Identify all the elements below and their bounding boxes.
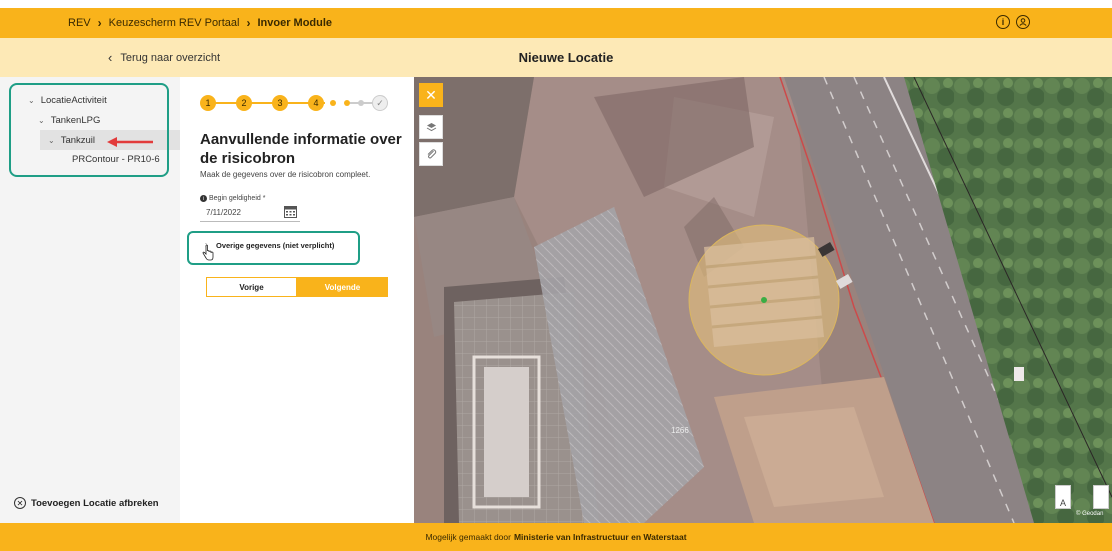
tree-highlight-annotation bbox=[9, 83, 169, 177]
next-button[interactable]: Volgende bbox=[297, 277, 388, 297]
chevron-right-icon: › bbox=[246, 16, 251, 30]
step-3[interactable]: 3 bbox=[272, 95, 288, 111]
footer-prefix: Mogelijk gemaakt door bbox=[425, 532, 511, 542]
form-title: Aanvullende informatie over de risicobro… bbox=[200, 131, 402, 167]
step-dot bbox=[344, 100, 350, 106]
step-dot bbox=[358, 100, 364, 106]
header-icons: i bbox=[996, 15, 1030, 29]
step-dot bbox=[330, 100, 336, 106]
date-label-text: Begin geldigheid * bbox=[209, 195, 266, 202]
layer-a-button[interactable]: A bbox=[1055, 485, 1071, 509]
calendar-icon[interactable] bbox=[284, 205, 297, 218]
page-title: Nieuwe Locatie bbox=[518, 50, 614, 65]
optional-data-toggle[interactable]: Overige gegevens (niet verplicht) bbox=[216, 241, 334, 250]
user-icon[interactable] bbox=[1016, 15, 1030, 29]
footer: Mogelijk gemaakt door Ministerie van Inf… bbox=[0, 523, 1112, 551]
date-value: 7/11/2022 bbox=[206, 208, 241, 217]
breadcrumb-invoer-module: Invoer Module bbox=[257, 17, 333, 29]
chevron-left-icon: ‹ bbox=[108, 50, 113, 65]
top-strip bbox=[0, 0, 1112, 8]
step-complete-check-icon: ✓ bbox=[372, 95, 388, 111]
form-subtitle: Maak de gegevens over de risicobron comp… bbox=[200, 170, 371, 179]
close-map-tool-button[interactable]: ✕ bbox=[419, 83, 443, 107]
aerial-map-image bbox=[414, 77, 1112, 523]
info-icon[interactable]: i bbox=[996, 15, 1010, 29]
map-view[interactable]: 1266 ✕ A © Geodan bbox=[414, 77, 1112, 523]
location-tree-panel: ⌄ LocatieActiviteit ⌄ TankenLPG ⌄ Tankzu… bbox=[0, 77, 180, 523]
chevron-right-icon: › bbox=[97, 16, 102, 30]
zoom-button[interactable] bbox=[1093, 485, 1109, 509]
step-4[interactable]: 4 bbox=[308, 95, 324, 111]
wizard-stepper: 1 2 3 4 ✓ bbox=[200, 95, 390, 111]
paperclip-icon bbox=[427, 148, 436, 158]
layers-icon bbox=[426, 122, 436, 131]
sub-header: ‹ Terug naar overzicht Nieuwe Locatie bbox=[0, 38, 1112, 77]
back-to-overview-link[interactable]: ‹ Terug naar overzicht bbox=[108, 38, 220, 77]
breadcrumb-rev[interactable]: REV bbox=[68, 17, 91, 29]
layers-button[interactable] bbox=[419, 115, 443, 139]
back-link-label: Terug naar overzicht bbox=[120, 51, 221, 64]
layer-a-label: A bbox=[1059, 498, 1066, 508]
info-icon[interactable]: i bbox=[200, 195, 207, 202]
begin-geldigheid-label: i Begin geldigheid * bbox=[200, 195, 265, 202]
annotation-arrow-icon bbox=[107, 137, 153, 147]
close-circle-icon: ✕ bbox=[14, 497, 26, 509]
step-2[interactable]: 2 bbox=[236, 95, 252, 111]
app-header: REV › Keuzescherm REV Portaal › Invoer M… bbox=[0, 8, 1112, 38]
footer-org: Ministerie van Infrastructuur en Waterst… bbox=[513, 532, 687, 542]
map-attribution: © Geodan bbox=[1076, 511, 1104, 517]
previous-button[interactable]: Vorige bbox=[206, 277, 297, 297]
hand-cursor-icon bbox=[202, 245, 214, 261]
step-1[interactable]: 1 bbox=[200, 95, 216, 111]
close-icon: ✕ bbox=[425, 86, 437, 103]
form-panel: 1 2 3 4 ✓ Aanvullende informatie over de… bbox=[180, 77, 414, 523]
cancel-add-location-button[interactable]: ✕ Toevoegen Locatie afbreken bbox=[14, 497, 159, 509]
map-label: 1266 bbox=[671, 426, 689, 435]
cancel-label: Toevoegen Locatie afbreken bbox=[31, 497, 159, 509]
attach-button[interactable] bbox=[419, 142, 443, 166]
breadcrumb-keuzescherm[interactable]: Keuzescherm REV Portaal bbox=[109, 17, 240, 29]
breadcrumb: REV › Keuzescherm REV Portaal › Invoer M… bbox=[68, 8, 332, 38]
